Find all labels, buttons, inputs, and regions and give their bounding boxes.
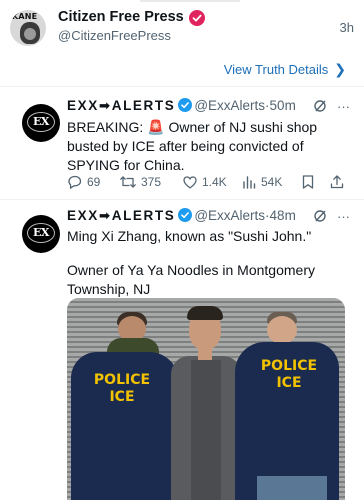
tweet-photo[interactable]: POLICE ICE POLICE ICE bbox=[67, 298, 345, 500]
police-ice-text-right: POLICE ICE bbox=[260, 358, 318, 391]
like-count: 1.4K bbox=[202, 175, 227, 189]
verified-badge-icon bbox=[189, 10, 205, 26]
views-count: 54K bbox=[261, 175, 283, 189]
reply-icon bbox=[68, 175, 82, 190]
tweet-text-line-1: Ming Xi Zhang, known as "Sushi John." bbox=[67, 228, 312, 244]
avatar-text: EX bbox=[33, 115, 49, 128]
police-ice-text-left: POLICE ICE bbox=[93, 372, 151, 405]
views-icon bbox=[243, 176, 256, 189]
tweet-time: 50m bbox=[269, 98, 296, 113]
account-avatar[interactable]: KANE bbox=[10, 10, 46, 46]
post-header: KANE Citizen Free Press @CitizenFreePres… bbox=[0, 0, 364, 52]
share-icon bbox=[330, 175, 344, 189]
divider bbox=[0, 199, 364, 200]
tweet-header: EXX➡ALERTS @ExxAlerts·48m bbox=[67, 208, 296, 224]
verified-badge-icon bbox=[178, 98, 193, 112]
tweet-handle[interactable]: @ExxAlerts bbox=[194, 98, 265, 113]
reply-count: 69 bbox=[87, 175, 101, 189]
views-button[interactable]: 54K bbox=[241, 172, 282, 192]
like-icon bbox=[183, 176, 197, 189]
more-icon[interactable]: ··· bbox=[337, 209, 350, 224]
grok-icon[interactable] bbox=[313, 99, 327, 113]
avatar-text: KANE bbox=[12, 12, 38, 21]
tweet-avatar[interactable]: EX bbox=[22, 104, 60, 142]
tweet-top-actions: ··· bbox=[313, 209, 350, 224]
tweet-avatar[interactable]: EX bbox=[22, 215, 60, 253]
verified-badge-icon bbox=[178, 208, 193, 222]
view-details-label[interactable]: View Truth Details bbox=[224, 62, 329, 77]
tweet-time: 48m bbox=[269, 208, 296, 223]
tweet-top-actions: ··· bbox=[313, 99, 350, 114]
post-time: 3h bbox=[339, 20, 354, 35]
account-name[interactable]: Citizen Free Press bbox=[58, 9, 184, 25]
avatar-text: EX bbox=[33, 226, 49, 239]
divider bbox=[0, 86, 364, 87]
account-handle[interactable]: @CitizenFreePress bbox=[58, 28, 171, 43]
retweet-button[interactable]: 375 bbox=[119, 172, 161, 192]
photo-figures: POLICE ICE POLICE ICE bbox=[67, 298, 345, 500]
more-icon[interactable]: ··· bbox=[337, 99, 350, 114]
bookmark-icon bbox=[302, 175, 314, 189]
retweet-icon bbox=[120, 176, 136, 188]
grok-icon[interactable] bbox=[313, 209, 327, 223]
chevron-right-icon: ❯ bbox=[334, 61, 346, 77]
tweet-text-line-2: Owner of Ya Ya Noodles in Montgomery Tow… bbox=[67, 262, 315, 297]
tweet-stats: 69 375 1.4K 54K bbox=[67, 172, 352, 194]
embedded-tweet: EX EXX➡ALERTS @ExxAlerts·50m ··· BREAKING… bbox=[0, 96, 364, 200]
tweet-header: EXX➡ALERTS @ExxAlerts·50m bbox=[67, 98, 296, 114]
tweet-text: BREAKING: 🚨 Owner of NJ sushi shop buste… bbox=[67, 119, 318, 173]
tweet-author-name[interactable]: EXX➡ALERTS bbox=[67, 98, 175, 113]
like-button[interactable]: 1.4K bbox=[182, 172, 227, 192]
view-details-link[interactable]: View Truth Details ❯ bbox=[224, 61, 346, 78]
reply-button[interactable]: 69 bbox=[67, 172, 100, 192]
tweet-author-name[interactable]: EXX➡ALERTS bbox=[67, 208, 175, 223]
tweet-handle[interactable]: @ExxAlerts bbox=[194, 208, 265, 223]
retweet-count: 375 bbox=[141, 175, 162, 189]
bookmark-button[interactable] bbox=[301, 172, 319, 192]
share-button[interactable] bbox=[329, 172, 349, 192]
